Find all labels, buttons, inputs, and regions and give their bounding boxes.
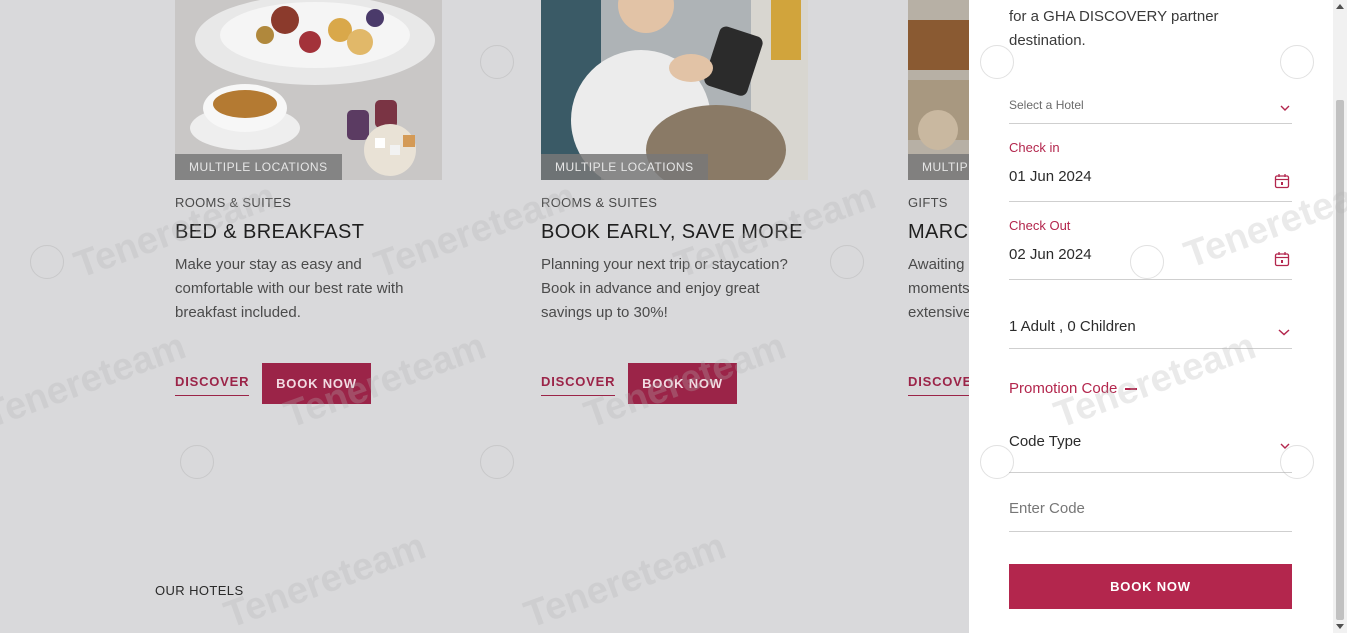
code-type-value: Code Type [1009, 433, 1082, 450]
location-badge: MULTIPLE LOCATIONS [908, 154, 969, 180]
location-badge: MULTIPLE LOCATIONS [541, 154, 708, 180]
check-in-label: Check in [1009, 140, 1060, 155]
offer-title: MARCO [908, 221, 969, 243]
check-out-field[interactable]: Check Out 02 Jun 2024 [1009, 218, 1292, 280]
panel-scrollbar[interactable] [1333, 0, 1347, 633]
scroll-down-arrow-icon[interactable] [1336, 624, 1344, 629]
hotel-select-placeholder: Select a Hotel [1009, 98, 1084, 112]
guests-select[interactable]: 1 Adult , 0 Children [1009, 318, 1292, 349]
offer-card-gifts: MULTIPLE LOCATIONS GIFTS MARCO Awaiting … [908, 0, 969, 420]
check-in-field[interactable]: Check in 01 Jun 2024 [1009, 140, 1292, 202]
scroll-up-arrow-icon[interactable] [1336, 4, 1344, 9]
promotion-code-label: Promotion Code [1009, 380, 1118, 397]
check-in-value: 01 Jun 2024 [1009, 168, 1092, 185]
discover-link[interactable]: DISCOVER [175, 374, 250, 396]
hotel-select[interactable]: Select a Hotel [1009, 90, 1292, 124]
offer-description: Planning your next trip or staycation? B… [541, 256, 788, 321]
offer-card-bed-breakfast: MULTIPLE LOCATIONS ROOMS & SUITES BED & … [175, 0, 442, 404]
offer-description: Make your stay as easy and comfortable w… [175, 256, 404, 321]
discover-link[interactable]: DISCOVER [908, 374, 969, 396]
our-hotels-heading: OUR HOTELS [155, 583, 244, 598]
book-now-submit-button[interactable]: BOOK NOW [1009, 564, 1292, 609]
offer-description: Awaiting moments extensive [908, 256, 969, 321]
promotion-code-toggle[interactable]: Promotion Code [1009, 380, 1138, 397]
offer-category: ROOMS & SUITES [541, 195, 658, 210]
booking-intro-text: for a GHA DISCOVERY partner destination. [1009, 8, 1219, 49]
code-type-select[interactable]: Code Type [1009, 433, 1292, 473]
offers-page: MULTIPLE LOCATIONS ROOMS & SUITES BED & … [0, 0, 969, 633]
calendar-icon[interactable] [1274, 173, 1290, 194]
offer-title: BED & BREAKFAST [175, 221, 365, 243]
offer-category: GIFTS [908, 195, 948, 210]
chevron-down-icon [1278, 323, 1290, 341]
guests-value: 1 Adult , 0 Children [1009, 318, 1136, 335]
calendar-icon[interactable] [1274, 251, 1290, 272]
discover-link[interactable]: DISCOVER [541, 374, 616, 396]
chevron-down-icon [1280, 437, 1290, 455]
offer-image-gifts: MULTIPLE LOCATIONS [908, 0, 969, 180]
offer-title: BOOK EARLY, SAVE MORE [541, 221, 803, 243]
check-out-value: 02 Jun 2024 [1009, 246, 1092, 263]
booking-panel: for a GHA DISCOVERY partner destination.… [969, 0, 1333, 633]
scrollbar-thumb[interactable] [1336, 100, 1344, 620]
promo-code-input[interactable]: Enter Code [1009, 500, 1292, 532]
check-out-label: Check Out [1009, 218, 1071, 233]
promo-code-placeholder: Enter Code [1009, 500, 1085, 517]
book-now-button[interactable]: BOOK NOW [262, 363, 371, 404]
chevron-down-icon [1280, 99, 1290, 117]
location-badge: MULTIPLE LOCATIONS [175, 154, 342, 180]
minus-icon [1125, 387, 1138, 390]
offer-image-couple: MULTIPLE LOCATIONS [541, 0, 808, 180]
offer-category: ROOMS & SUITES [175, 195, 292, 210]
book-now-button[interactable]: BOOK NOW [628, 363, 737, 404]
offer-card-book-early: MULTIPLE LOCATIONS ROOMS & SUITES BOOK E… [541, 0, 808, 404]
offer-image-breakfast: MULTIPLE LOCATIONS [175, 0, 442, 180]
